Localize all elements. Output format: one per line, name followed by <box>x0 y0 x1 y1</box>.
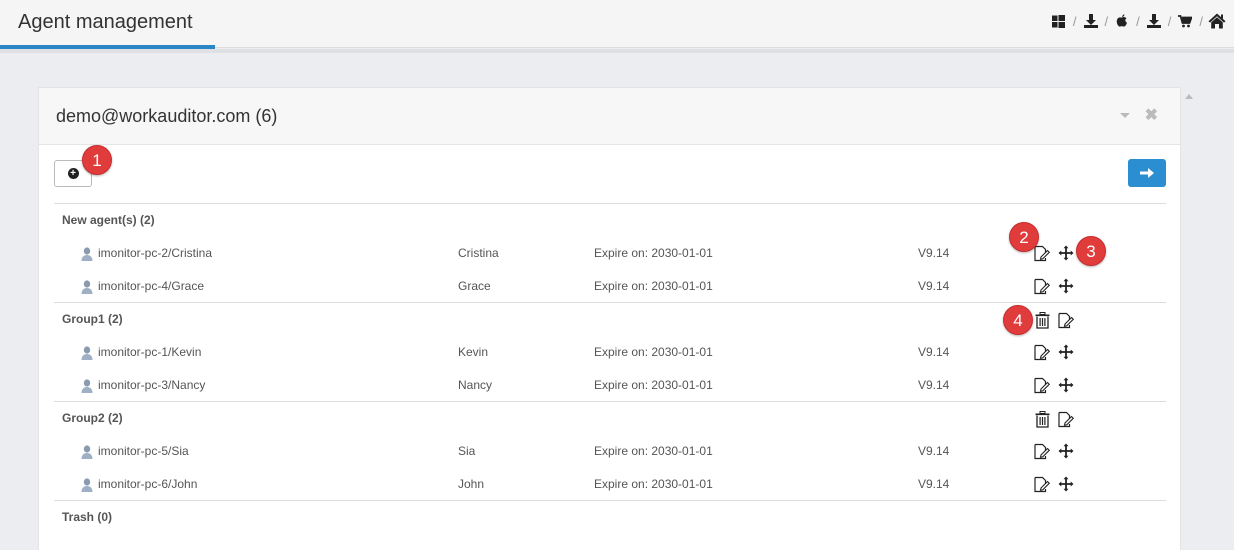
move-agent-icon[interactable] <box>1057 244 1075 262</box>
edit-agent-icon[interactable] <box>1033 376 1051 394</box>
agent-version: V9.14 <box>918 279 950 293</box>
panel-title: demo@workauditor.com (6) <box>56 106 278 126</box>
annotation-badge-2: 2 <box>1009 222 1039 252</box>
annotation-badge-3: 3 <box>1076 236 1106 266</box>
agent-user: Grace <box>458 279 491 293</box>
page-title: Agent management <box>18 11 193 33</box>
edit-agent-icon[interactable] <box>1033 475 1051 493</box>
group-row: Group2 (2) <box>54 401 1166 434</box>
agent-version: V9.14 <box>918 477 950 491</box>
collapse-caret-icon[interactable] <box>1120 113 1130 118</box>
agent-name: imonitor-pc-1/Kevin <box>98 345 202 359</box>
apple-icon[interactable] <box>1113 12 1131 30</box>
agent-row: imonitor-pc-1/Kevin Kevin Expire on: 2030-… <box>54 335 1166 368</box>
user-icon <box>81 346 93 360</box>
cart-icon[interactable] <box>1176 12 1194 30</box>
edit-group-icon[interactable] <box>1057 311 1075 329</box>
user-icon <box>81 280 93 294</box>
agent-version: V9.14 <box>918 246 950 260</box>
agent-expiry: Expire on: 2030-01-01 <box>594 477 713 491</box>
edit-agent-icon[interactable] <box>1033 244 1051 262</box>
user-icon <box>81 478 93 492</box>
agent-name: imonitor-pc-5/Sia <box>98 444 189 458</box>
agent-version: V9.14 <box>918 345 950 359</box>
agent-expiry: Expire on: 2030-01-01 <box>594 246 713 260</box>
header-shadow <box>0 49 1234 53</box>
edit-agent-icon[interactable] <box>1033 277 1051 295</box>
move-agent-icon[interactable] <box>1057 376 1075 394</box>
top-header: Agent management / / / / / <box>0 0 1234 49</box>
move-agent-icon[interactable] <box>1057 343 1075 361</box>
panel-header: demo@workauditor.com (6) ✖ <box>39 88 1180 145</box>
agent-user: Sia <box>458 444 476 458</box>
user-icon <box>81 379 93 393</box>
agent-row: imonitor-pc-4/Grace Grace Expire on: 2030-… <box>54 269 1166 302</box>
agent-name: imonitor-pc-2/Cristina <box>98 246 213 260</box>
user-icon <box>81 247 93 261</box>
agent-name: imonitor-pc-6/John <box>98 477 198 491</box>
home-icon[interactable] <box>1208 12 1226 30</box>
separator: / <box>1167 13 1172 29</box>
agent-row: imonitor-pc-3/Nancy Nancy Expire on: 2030-… <box>54 368 1166 401</box>
separator: / <box>1199 13 1203 29</box>
edit-agent-icon[interactable] <box>1033 442 1051 460</box>
group-row: Group1 (2) <box>54 302 1166 335</box>
separator: / <box>1136 13 1140 29</box>
arrow-right-icon <box>1140 168 1154 178</box>
agent-row: imonitor-pc-2/Cristina Cristina Expire on:… <box>54 236 1166 269</box>
delete-group-icon[interactable] <box>1033 410 1051 428</box>
agent-expiry: Expire on: 2030-01-01 <box>594 279 713 293</box>
move-agent-icon[interactable] <box>1057 277 1075 295</box>
agent-row: imonitor-pc-5/Sia Sia Expire on: 2030-01-0… <box>54 434 1166 467</box>
download-icon[interactable] <box>1145 12 1163 30</box>
plus-circle-icon: + <box>67 168 79 179</box>
separator: / <box>1104 13 1109 29</box>
agent-expiry: Expire on: 2030-01-01 <box>594 444 713 458</box>
agent-version: V9.14 <box>918 378 950 392</box>
panel-body: + New agent(s) (2) imonitor-pc-2/Cristina… <box>39 145 1180 550</box>
agent-user: Nancy <box>458 378 493 392</box>
group-name: Group1 (2) <box>62 312 123 326</box>
group-name: Group2 (2) <box>62 411 123 425</box>
agent-name: imonitor-pc-3/Nancy <box>98 378 206 392</box>
agent-version: V9.14 <box>918 444 950 458</box>
annotation-badge-4: 4 <box>1003 305 1033 335</box>
delete-group-icon[interactable] <box>1033 311 1051 329</box>
move-agent-icon[interactable] <box>1057 475 1075 493</box>
agent-user: John <box>458 477 485 491</box>
agent-row: imonitor-pc-6/John John Expire on: 2030-01… <box>54 467 1166 500</box>
group-name: New agent(s) (2) <box>62 213 155 227</box>
group-row: New agent(s) (2) <box>54 203 1166 236</box>
agent-name: imonitor-pc-4/Grace <box>98 279 205 293</box>
agent-user: Kevin <box>458 345 489 359</box>
annotation-badge-1: 1 <box>82 145 112 175</box>
scroll-up-icon[interactable] <box>1185 94 1193 99</box>
top-icon-bar: / / / / / <box>1050 12 1226 30</box>
move-agent-icon[interactable] <box>1057 442 1075 460</box>
separator: / <box>1072 13 1077 29</box>
close-icon[interactable]: ✖ <box>1145 105 1158 125</box>
agent-table: New agent(s) (2) imonitor-pc-2/Cristina Cr… <box>54 203 1166 533</box>
group-name: Trash (0) <box>62 510 113 524</box>
agent-expiry: Expire on: 2030-01-01 <box>594 345 713 359</box>
windows-icon[interactable] <box>1050 12 1068 30</box>
edit-group-icon[interactable] <box>1057 410 1075 428</box>
user-icon <box>81 445 93 459</box>
agent-user: Cristina <box>458 246 499 260</box>
group-row: Trash (0) <box>54 500 1166 533</box>
agent-expiry: Expire on: 2030-01-01 <box>594 378 713 392</box>
edit-agent-icon[interactable] <box>1033 343 1051 361</box>
download-icon[interactable] <box>1082 12 1100 30</box>
next-button[interactable] <box>1128 159 1166 187</box>
